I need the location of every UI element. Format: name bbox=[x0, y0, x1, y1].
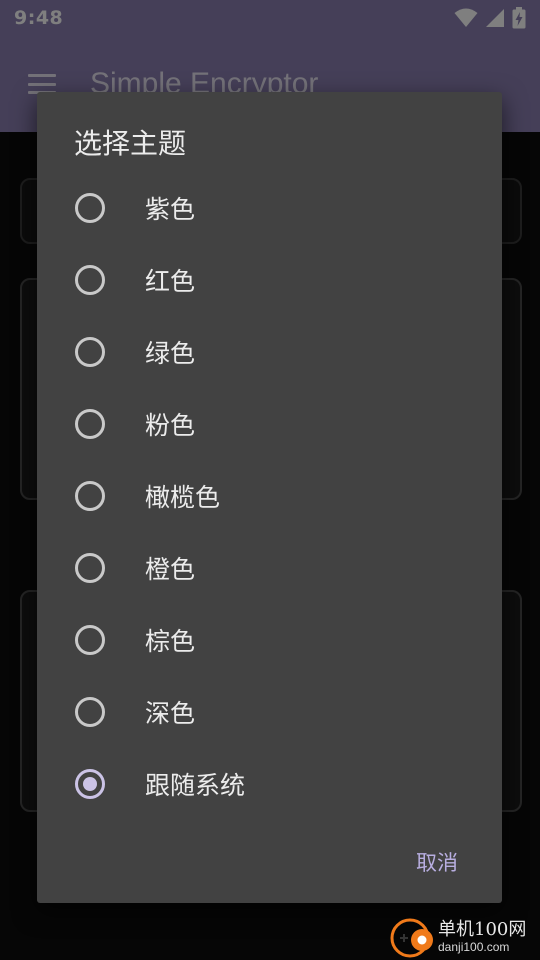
theme-option-brown[interactable]: 棕色 bbox=[37, 604, 502, 676]
option-label: 紫色 bbox=[145, 195, 196, 224]
watermark-subtitle: danji100.com bbox=[438, 940, 510, 954]
theme-option-orange[interactable]: 橙色 bbox=[37, 532, 502, 604]
cancel-button[interactable]: 取消 bbox=[416, 847, 458, 877]
watermark: 单机100网 danji100.com bbox=[388, 914, 538, 960]
watermark-logo-icon bbox=[390, 918, 433, 958]
option-label: 粉色 bbox=[145, 411, 196, 440]
radio-button[interactable] bbox=[75, 409, 105, 439]
theme-option-pink[interactable]: 粉色 bbox=[37, 388, 502, 460]
theme-option-red[interactable]: 红色 bbox=[37, 244, 502, 316]
watermark-title: 单机100网 bbox=[438, 919, 527, 940]
theme-option-purple[interactable]: 紫色 bbox=[37, 172, 502, 244]
dialog-title: 选择主题 bbox=[74, 127, 187, 160]
option-label: 红色 bbox=[145, 267, 196, 296]
radio-button[interactable] bbox=[75, 265, 105, 295]
option-label: 跟随系统 bbox=[145, 771, 246, 800]
theme-option-list: 紫色 红色 绿色 粉色 橄榄色 橙色 棕色 深色 跟随系统 bbox=[37, 172, 502, 820]
theme-option-dark[interactable]: 深色 bbox=[37, 676, 502, 748]
radio-button[interactable] bbox=[75, 193, 105, 223]
theme-option-olive[interactable]: 橄榄色 bbox=[37, 460, 502, 532]
option-label: 橙色 bbox=[145, 555, 196, 584]
radio-button[interactable] bbox=[75, 337, 105, 367]
radio-button[interactable] bbox=[75, 625, 105, 655]
radio-button[interactable] bbox=[75, 697, 105, 727]
radio-button[interactable] bbox=[75, 481, 105, 511]
theme-dialog: 选择主题 紫色 红色 绿色 粉色 橄榄色 橙色 棕色 深色 跟随系统 取消 bbox=[37, 92, 502, 903]
theme-option-green[interactable]: 绿色 bbox=[37, 316, 502, 388]
option-label: 深色 bbox=[145, 699, 196, 728]
option-label: 绿色 bbox=[145, 339, 196, 368]
radio-button-selected[interactable] bbox=[75, 769, 105, 799]
option-label: 橄榄色 bbox=[145, 483, 221, 512]
theme-option-follow-system[interactable]: 跟随系统 bbox=[37, 748, 502, 820]
radio-button[interactable] bbox=[75, 553, 105, 583]
option-label: 棕色 bbox=[145, 627, 196, 656]
